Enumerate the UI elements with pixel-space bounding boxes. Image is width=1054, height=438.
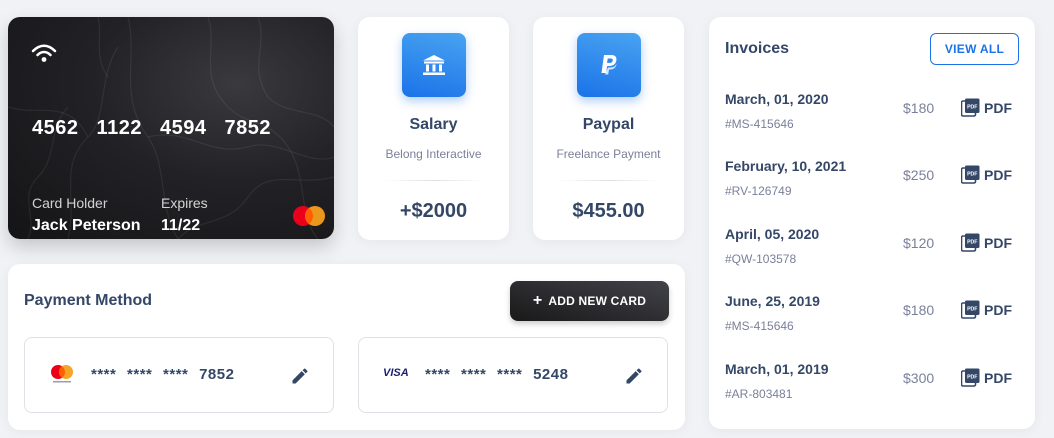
payment-method-title: Payment Method xyxy=(24,292,153,309)
invoice-id: #QW-103578 xyxy=(725,252,797,266)
invoice-amount: $120 xyxy=(903,235,935,251)
add-new-card-button[interactable]: + ADD NEW CARD xyxy=(510,281,669,321)
pdf-file-icon: PDF xyxy=(961,165,980,184)
masked-card-number: **** **** **** 7852 xyxy=(91,366,234,383)
saved-card-mastercard[interactable]: **** **** **** 7852 xyxy=(24,337,334,413)
pdf-badge-text: PDF xyxy=(967,239,977,245)
pdf-label: PDF xyxy=(984,369,1012,386)
salary-amount: +$2000 xyxy=(399,200,468,222)
invoice-id: #MS-415646 xyxy=(725,117,794,131)
invoice-id: #AR-803481 xyxy=(725,387,793,401)
invoice-row: June, 25, 2019 #MS-415646 $180 PDF PDF xyxy=(725,293,1019,343)
invoice-id: #RV-126749 xyxy=(725,184,792,198)
masked-digits: **** **** **** xyxy=(425,366,523,383)
invoice-date: April, 05, 2020 xyxy=(725,226,820,242)
divider xyxy=(382,180,485,181)
invoice-amount: $250 xyxy=(903,167,935,183)
pdf-label: PDF xyxy=(984,166,1012,183)
bank-icon xyxy=(402,33,466,97)
masked-card-number: **** **** **** 5248 xyxy=(425,366,568,383)
pdf-download-button[interactable]: PDF PDF xyxy=(961,98,1012,117)
masked-digits: **** **** **** xyxy=(91,366,189,383)
pdf-download-button[interactable]: PDF PDF xyxy=(961,233,1012,252)
salary-title: Salary xyxy=(409,116,458,133)
invoice-amount: $300 xyxy=(903,370,935,386)
pdf-badge-text: PDF xyxy=(967,171,977,177)
invoice-date: March, 01, 2020 xyxy=(725,91,829,107)
view-all-button[interactable]: VIEW ALL xyxy=(930,33,1019,65)
pdf-download-button[interactable]: PDF PDF xyxy=(961,165,1012,184)
mastercard-logo xyxy=(51,365,73,383)
saved-card-visa[interactable]: VISA **** **** **** 5248 xyxy=(358,337,668,413)
invoices-panel: Invoices VIEW ALL March, 01, 2020 #MS-41… xyxy=(709,17,1035,429)
pdf-badge-text: PDF xyxy=(967,374,977,380)
mastercard-logo xyxy=(293,206,325,226)
pdf-file-icon: PDF xyxy=(961,98,980,117)
pdf-label: PDF xyxy=(984,234,1012,251)
plus-icon: + xyxy=(532,292,543,309)
payment-method-panel: Payment Method + ADD NEW CARD **** **** … xyxy=(8,264,685,430)
visa-logo: VISA xyxy=(383,367,409,379)
edit-icon[interactable] xyxy=(624,366,644,386)
pdf-file-icon: PDF xyxy=(961,300,980,319)
expires-label: Expires xyxy=(161,195,208,211)
paypal-icon xyxy=(577,33,641,97)
paypal-card: Paypal Freelance Payment $455.00 xyxy=(533,17,684,240)
card-expiry: Expires 11/22 xyxy=(161,195,208,235)
salary-subtitle: Belong Interactive xyxy=(385,147,482,161)
invoice-date: June, 25, 2019 xyxy=(725,293,820,309)
card-last4: 7852 xyxy=(199,366,235,383)
expires-value: 11/22 xyxy=(161,217,201,234)
pdf-download-button[interactable]: PDF PDF xyxy=(961,300,1012,319)
pdf-label: PDF xyxy=(984,99,1012,116)
invoice-row: February, 10, 2021 #RV-126749 $250 PDF P… xyxy=(725,158,1019,208)
invoice-amount: $180 xyxy=(903,302,935,318)
invoice-date: March, 01, 2019 xyxy=(725,361,829,377)
credit-card: 4562 1122 4594 7852 Card Holder Jack Pet… xyxy=(8,17,334,239)
pdf-file-icon: PDF xyxy=(961,233,980,252)
invoice-id: #MS-415646 xyxy=(725,319,794,333)
add-new-card-label: ADD NEW CARD xyxy=(548,294,647,308)
card-holder: Card Holder Jack Peterson xyxy=(32,195,141,235)
invoice-row: April, 05, 2020 #QW-103578 $120 PDF PDF xyxy=(725,226,1019,276)
invoice-amount: $180 xyxy=(903,100,935,116)
pdf-badge-text: PDF xyxy=(967,104,977,110)
invoices-title: Invoices xyxy=(725,40,790,57)
salary-card: Salary Belong Interactive +$2000 xyxy=(358,17,509,240)
card-holder-label: Card Holder xyxy=(32,195,108,211)
paypal-subtitle: Freelance Payment xyxy=(556,147,661,161)
paypal-title: Paypal xyxy=(582,116,635,133)
card-holder-name: Jack Peterson xyxy=(32,217,141,234)
pdf-badge-text: PDF xyxy=(967,306,977,312)
invoice-date: February, 10, 2021 xyxy=(725,158,847,174)
paypal-amount: $455.00 xyxy=(572,200,645,222)
card-number: 4562 1122 4594 7852 xyxy=(32,117,272,139)
pdf-download-button[interactable]: PDF PDF xyxy=(961,368,1012,387)
invoice-row: March, 01, 2019 #AR-803481 $300 PDF PDF xyxy=(725,361,1019,411)
edit-icon[interactable] xyxy=(290,366,310,386)
divider xyxy=(557,180,660,181)
wifi-icon xyxy=(31,44,57,62)
pdf-label: PDF xyxy=(984,301,1012,318)
card-last4: 5248 xyxy=(533,366,569,383)
pdf-file-icon: PDF xyxy=(961,368,980,387)
invoice-row: March, 01, 2020 #MS-415646 $180 PDF PDF xyxy=(725,91,1019,141)
